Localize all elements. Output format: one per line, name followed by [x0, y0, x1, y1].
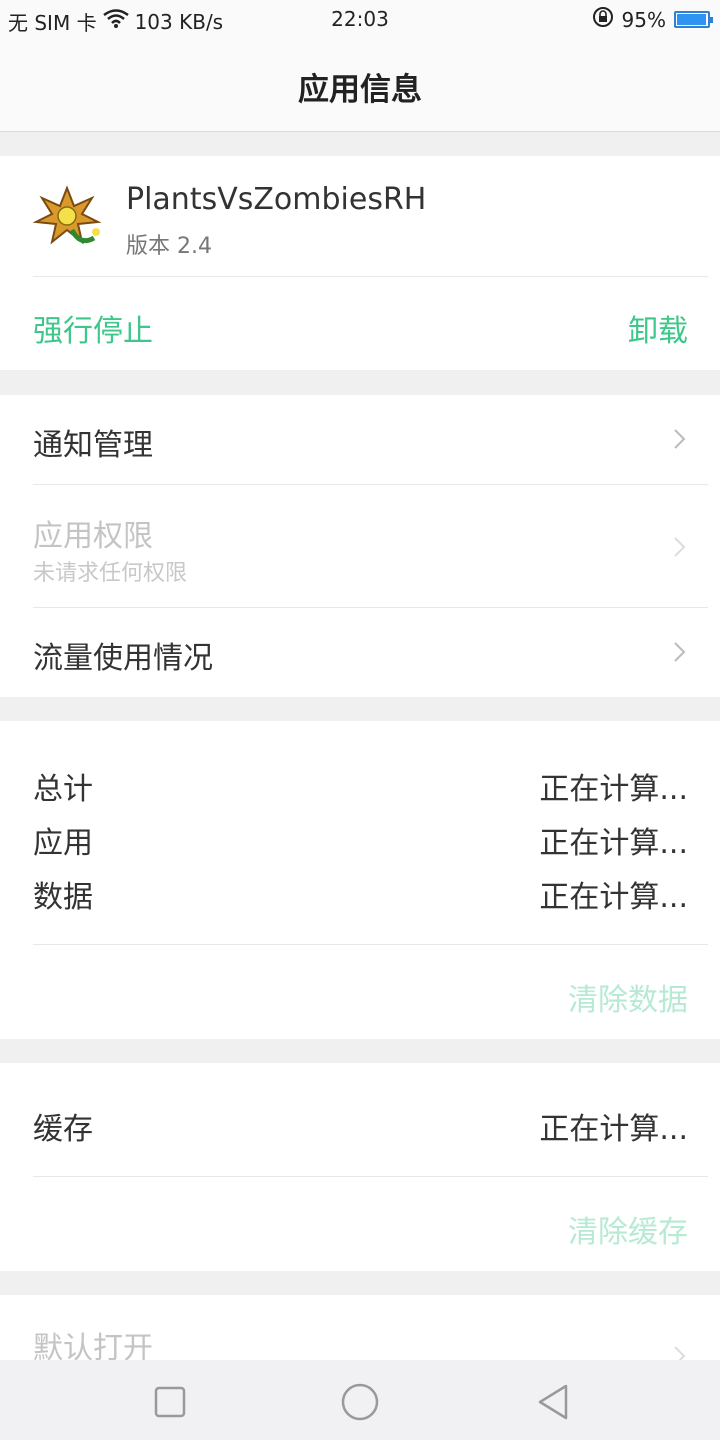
cache-value: 正在计算...: [539, 1112, 688, 1147]
square-icon: [154, 1386, 186, 1418]
data-usage-label: 流量使用情况: [33, 641, 213, 676]
circle-icon: [341, 1383, 379, 1421]
default-open-item[interactable]: 默认打开: [0, 1295, 720, 1360]
cache-card: 缓存 正在计算... 清除缓存: [0, 1063, 720, 1271]
app-version: 版本 2.4: [126, 234, 212, 259]
battery-percent: 95%: [621, 7, 666, 32]
recents-button[interactable]: [150, 1382, 190, 1422]
app-size-value: 正在计算...: [539, 826, 688, 861]
app-permissions-label: 应用权限: [33, 519, 153, 554]
chevron-right-icon: [668, 1345, 690, 1360]
chevron-right-icon: [668, 536, 690, 558]
storage-card: 总计 正在计算... 应用 正在计算... 数据 正在计算... 清除数据: [0, 721, 720, 1039]
uninstall-button[interactable]: 卸载: [628, 306, 688, 350]
title-bar: 应用信息: [0, 38, 720, 132]
data-size-value: 正在计算...: [539, 880, 688, 915]
divider: [33, 944, 708, 945]
default-open-label: 默认打开: [33, 1331, 153, 1360]
navigation-bar: [0, 1360, 720, 1440]
status-bar: 无 SIM 卡 103 KB/s 22:03 95%: [0, 0, 720, 38]
force-stop-button[interactable]: 强行停止: [33, 306, 153, 350]
clear-cache-button[interactable]: 清除缓存: [568, 1207, 688, 1251]
page-title: 应用信息: [298, 72, 422, 108]
app-permissions-subtitle: 未请求任何权限: [33, 561, 188, 586]
chevron-right-icon: [668, 641, 690, 663]
chevron-right-icon: [668, 428, 690, 450]
app-size-label: 应用: [33, 826, 93, 861]
battery-fill: [677, 14, 706, 25]
app-name: PlantsVsZombiesRH: [126, 182, 427, 217]
app-permissions-item[interactable]: 应用权限 未请求任何权限: [0, 485, 720, 607]
divider: [33, 1176, 708, 1177]
cache-label: 缓存: [33, 1112, 93, 1147]
status-right: 95%: [592, 6, 713, 33]
app-card: PlantsVsZombiesRH 版本 2.4 强行停止 卸载: [0, 156, 720, 370]
clear-data-button[interactable]: 清除数据: [568, 975, 688, 1019]
data-usage-item[interactable]: 流量使用情况: [0, 608, 720, 697]
triangle-back-icon: [538, 1384, 568, 1420]
divider: [33, 276, 708, 277]
notification-management-label: 通知管理: [33, 428, 153, 463]
notification-management-item[interactable]: 通知管理: [0, 395, 720, 484]
rotation-lock-icon: [592, 6, 614, 33]
back-button[interactable]: [534, 1382, 574, 1422]
total-label: 总计: [33, 772, 93, 807]
battery-icon: [674, 11, 713, 28]
app-icon: [32, 180, 102, 250]
data-size-label: 数据: [33, 880, 93, 915]
settings-list: 通知管理 应用权限 未请求任何权限 流量使用情况: [0, 395, 720, 697]
total-value: 正在计算...: [539, 772, 688, 807]
home-button[interactable]: [340, 1382, 380, 1422]
